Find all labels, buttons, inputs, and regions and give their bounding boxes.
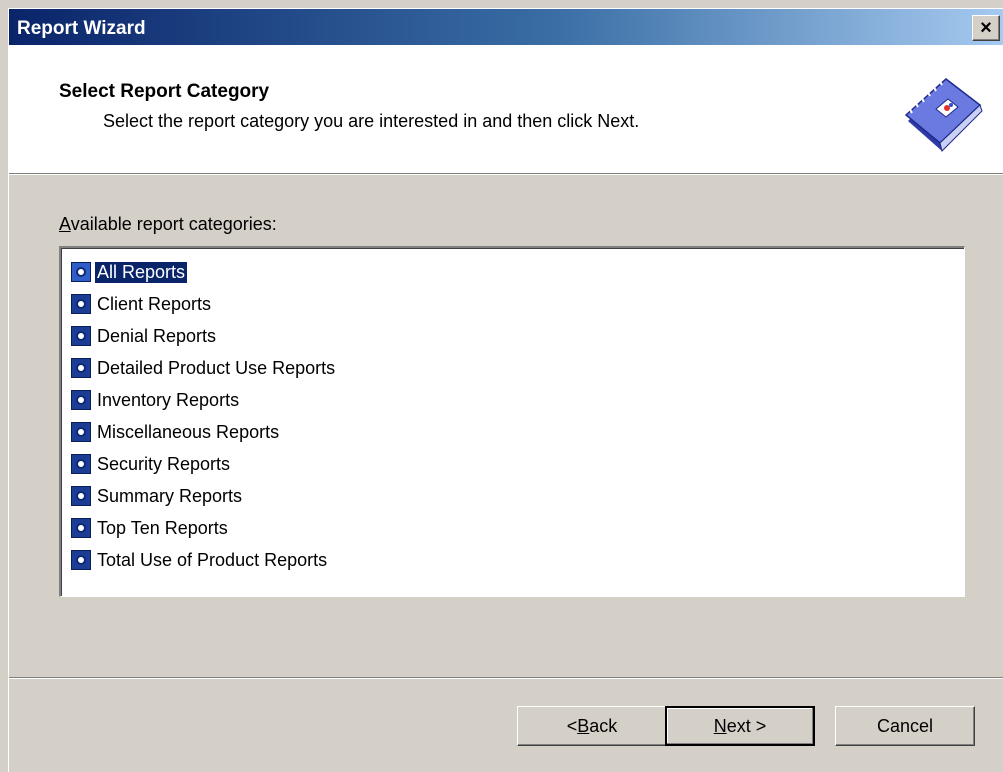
report-category-icon [71,518,91,538]
list-item-label: All Reports [93,260,189,284]
list-item-label: Denial Reports [97,325,217,346]
report-category-icon [71,294,91,314]
list-item-label: Detailed Product Use Reports [97,357,336,378]
report-category-icon [71,422,91,442]
list-item[interactable]: Inventory Reports [71,386,241,414]
close-button[interactable]: × [972,15,1000,41]
window-title: Report Wizard [17,18,146,39]
list-item-label: Inventory Reports [97,389,240,410]
report-category-icon [71,262,91,282]
next-button[interactable]: Next > [665,706,815,746]
back-button[interactable]: < Back [517,706,667,746]
list-item-label: Security Reports [97,453,231,474]
list-item-label: Client Reports [97,293,212,314]
report-category-icon [71,486,91,506]
report-book-icon [904,76,983,152]
report-category-icon [71,326,91,346]
page-subtitle: Select the report category you are inter… [103,111,640,131]
list-item[interactable]: All Reports [71,258,189,286]
report-category-icon [71,454,91,474]
report-category-icon [71,390,91,410]
list-item[interactable]: Security Reports [71,450,232,478]
list-item[interactable]: Summary Reports [71,482,244,510]
cancel-button[interactable]: Cancel [835,706,975,746]
list-item-label: Total Use of Product Reports [97,549,328,570]
list-item[interactable]: Detailed Product Use Reports [71,354,337,382]
list-item-label: Miscellaneous Reports [97,421,280,442]
categories-label: Available report categories: [59,214,277,234]
list-item[interactable]: Denial Reports [71,322,218,350]
list-item[interactable]: Miscellaneous Reports [71,418,281,446]
list-item[interactable]: Total Use of Product Reports [71,546,329,574]
list-item[interactable]: Client Reports [71,290,213,318]
wizard-header: Select Report Category Select the report… [9,45,1003,174]
close-icon: × [980,17,992,39]
report-category-icon [71,358,91,378]
list-item-label: Top Ten Reports [97,517,228,538]
page-title: Select Report Category [59,81,270,102]
title-bar[interactable]: Report Wizard × [9,9,1003,45]
list-item[interactable]: Top Ten Reports [71,514,230,542]
report-category-icon [71,550,91,570]
report-wizard-window: Report Wizard × Select Report Category S… [8,8,1003,772]
list-item-label: Summary Reports [97,485,243,506]
report-categories-list[interactable]: All Reports Client Reports Denial Report… [59,246,965,597]
